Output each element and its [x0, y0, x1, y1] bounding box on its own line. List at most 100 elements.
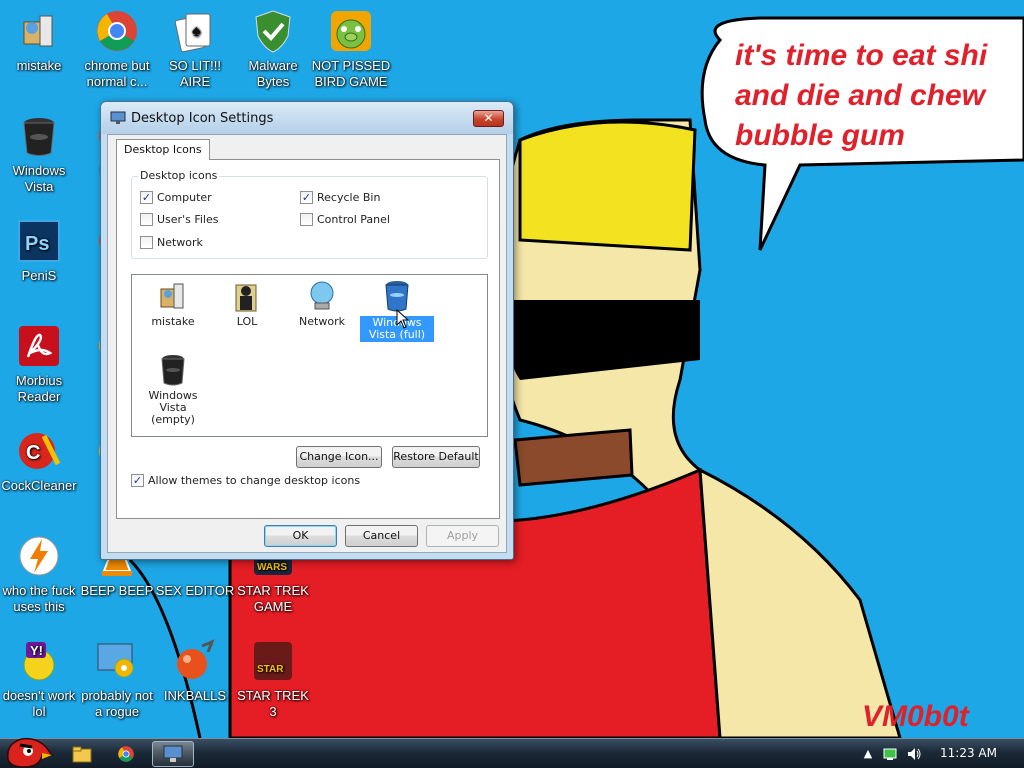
desktop-icon-label: mistake: [16, 58, 62, 73]
desktop-icon-windows-vista[interactable]: Windows Vista: [0, 113, 79, 195]
checkbox-allow-themes[interactable]: ✓ Allow themes to change desktop icons: [131, 474, 360, 487]
desktop-icon-label: SO LIT!!! AIRE: [168, 58, 221, 89]
desktop-icon-label: PeniS: [21, 268, 57, 283]
display-settings-icon: [110, 111, 126, 124]
checkbox-box[interactable]: ✓: [131, 474, 144, 487]
desktop-icon-penis[interactable]: Ps PeniS: [0, 218, 79, 284]
taskbar-chrome[interactable]: [106, 741, 146, 767]
clock[interactable]: 11:23 AM: [940, 746, 997, 760]
desktop-icon-label: doesn't work lol: [2, 688, 76, 719]
desktop-icon-chrome[interactable]: chrome but normal c...: [77, 8, 157, 90]
tab-desktop-icons[interactable]: Desktop Icons: [116, 139, 210, 160]
icon-list[interactable]: mistake LOL Network Windows Vista (full)…: [131, 274, 488, 437]
desktop-icon-label: STAR TREK GAME: [237, 583, 309, 614]
taskbar-explorer[interactable]: [62, 741, 102, 767]
installer-icon: [156, 279, 190, 313]
desktop-icon-malware-bytes[interactable]: Malware Bytes: [233, 8, 313, 90]
star-wars-icon: STAR: [250, 638, 296, 684]
desktop-icon-who-the-fuck-uses-this[interactable]: who the fuck uses this: [0, 533, 79, 615]
restore-default-button[interactable]: Restore Default: [392, 446, 480, 468]
desktop-icon-star-trek-3[interactable]: STAR STAR TREK 3: [233, 638, 313, 720]
list-item-label: LOL: [236, 315, 258, 328]
desktop-icons-group: Desktop icons ✓ Computer ✓ Recycle Bin U…: [131, 169, 488, 259]
checkbox-control-panel[interactable]: Control Panel: [300, 213, 390, 226]
list-item-network[interactable]: Network: [285, 279, 359, 328]
taskbar: ▲ 11:23 AM: [0, 737, 1024, 768]
checkbox-box[interactable]: [300, 213, 313, 226]
checkbox-label: Recycle Bin: [317, 191, 381, 204]
photoshop-icon: Ps: [16, 218, 62, 264]
speech-bubble-text: it's time to eat shi and die and chew bu…: [735, 36, 1024, 156]
svg-text:C: C: [26, 442, 40, 464]
desktop-icon-not-pissed-bird-game[interactable]: NOT PISSED BIRD GAME: [311, 8, 391, 90]
desktop-icon-label: CockCleaner: [1, 478, 77, 493]
checkbox-box[interactable]: ✓: [140, 191, 153, 204]
recycle-bin-icon: [156, 353, 190, 387]
svg-text:WARS: WARS: [257, 562, 287, 573]
close-button[interactable]: ✕: [473, 110, 504, 127]
ccleaner-icon: C: [16, 428, 62, 474]
svg-text:♠: ♠: [192, 23, 201, 40]
checkbox-label: Computer: [157, 191, 212, 204]
desktop-icon-probably-not-a-rogue[interactable]: probably not a rogue: [77, 638, 157, 720]
start-button[interactable]: [2, 729, 54, 768]
mouse-cursor-icon: [396, 309, 410, 329]
speech-bubble-line: bubble gum: [735, 119, 905, 152]
winamp-icon: [16, 533, 62, 579]
checkbox-recycle-bin[interactable]: ✓ Recycle Bin: [300, 191, 380, 204]
inkball-icon: [172, 638, 218, 684]
desktop-icon-label: INKBALLS: [163, 688, 227, 703]
desktop-icon-label: Morbius Reader: [15, 373, 63, 404]
user-folder-icon: [230, 279, 264, 313]
desktop-icon-doesnt-work-lol[interactable]: Y! doesn't work lol: [0, 638, 79, 720]
wallpaper-signature: VM0b0t: [862, 700, 969, 733]
list-item-mistake[interactable]: mistake: [136, 279, 210, 328]
tab-panel: Desktop icons ✓ Computer ✓ Recycle Bin U…: [116, 159, 500, 519]
checkbox-box[interactable]: [140, 236, 153, 249]
desktop-icon-label: STAR TREK 3: [237, 688, 309, 719]
display-settings-icon: [163, 745, 183, 762]
show-hidden-icon[interactable]: ▲: [860, 746, 876, 762]
checkbox-box[interactable]: ✓: [300, 191, 313, 204]
recycle-bin-full-icon: [380, 279, 414, 313]
desktop-icon-settings-dialog: Desktop Icon Settings ✕ Desktop Icons De…: [100, 101, 514, 560]
desktop-icon-inkballs[interactable]: INKBALLS: [155, 638, 235, 704]
speech-bubble-line: it's time to eat shi: [735, 39, 988, 72]
installer-icon: [16, 8, 62, 54]
checkbox-label: User's Files: [157, 213, 219, 226]
desktop-icon-label: chrome but normal c...: [84, 58, 150, 89]
checkbox-label: Network: [157, 236, 203, 249]
desktop-icon-mistake[interactable]: mistake: [0, 8, 79, 74]
desktop-icon-morbius-reader[interactable]: Morbius Reader: [0, 323, 79, 405]
volume-icon[interactable]: [906, 746, 922, 762]
apply-button[interactable]: Apply: [426, 525, 499, 547]
network-status-icon[interactable]: [882, 746, 898, 762]
cancel-button[interactable]: Cancel: [345, 525, 418, 547]
dialog-title-bar[interactable]: Desktop Icon Settings ✕: [101, 102, 513, 134]
list-item-label: mistake: [151, 315, 195, 328]
solitaire-icon: ♠: [172, 8, 218, 54]
recycle-bin-icon: [16, 113, 62, 159]
checkbox-box[interactable]: [140, 213, 153, 226]
gear-computer-icon: [94, 638, 140, 684]
svg-text:Ps: Ps: [25, 233, 49, 255]
desktop-icon-label: who the fuck uses this: [2, 583, 76, 614]
checkbox-network[interactable]: Network: [140, 236, 203, 249]
pdf-icon: [16, 323, 62, 369]
checkbox-computer[interactable]: ✓ Computer: [140, 191, 212, 204]
desktop-icon-label: NOT PISSED BIRD GAME: [311, 58, 391, 89]
checkbox-users-files[interactable]: User's Files: [140, 213, 218, 226]
dialog-title: Desktop Icon Settings: [131, 111, 274, 126]
shield-check-icon: [250, 8, 296, 54]
list-item-windows-vista-empty[interactable]: Windows Vista (empty): [136, 353, 210, 426]
ok-button[interactable]: OK: [264, 525, 337, 547]
desktop-icon-label: Windows Vista: [12, 163, 66, 194]
list-item-lol[interactable]: LOL: [210, 279, 284, 328]
network-globe-icon: [305, 279, 339, 313]
yahoo-icon: Y!: [16, 638, 62, 684]
desktop-icon-cockcleaner[interactable]: C CockCleaner: [0, 428, 79, 494]
change-icon-button[interactable]: Change Icon...: [296, 446, 382, 468]
taskbar-display-settings[interactable]: [152, 741, 194, 767]
checkbox-label: Control Panel: [317, 213, 390, 226]
desktop-icon-so-lit-aire[interactable]: ♠ SO LIT!!! AIRE: [155, 8, 235, 90]
